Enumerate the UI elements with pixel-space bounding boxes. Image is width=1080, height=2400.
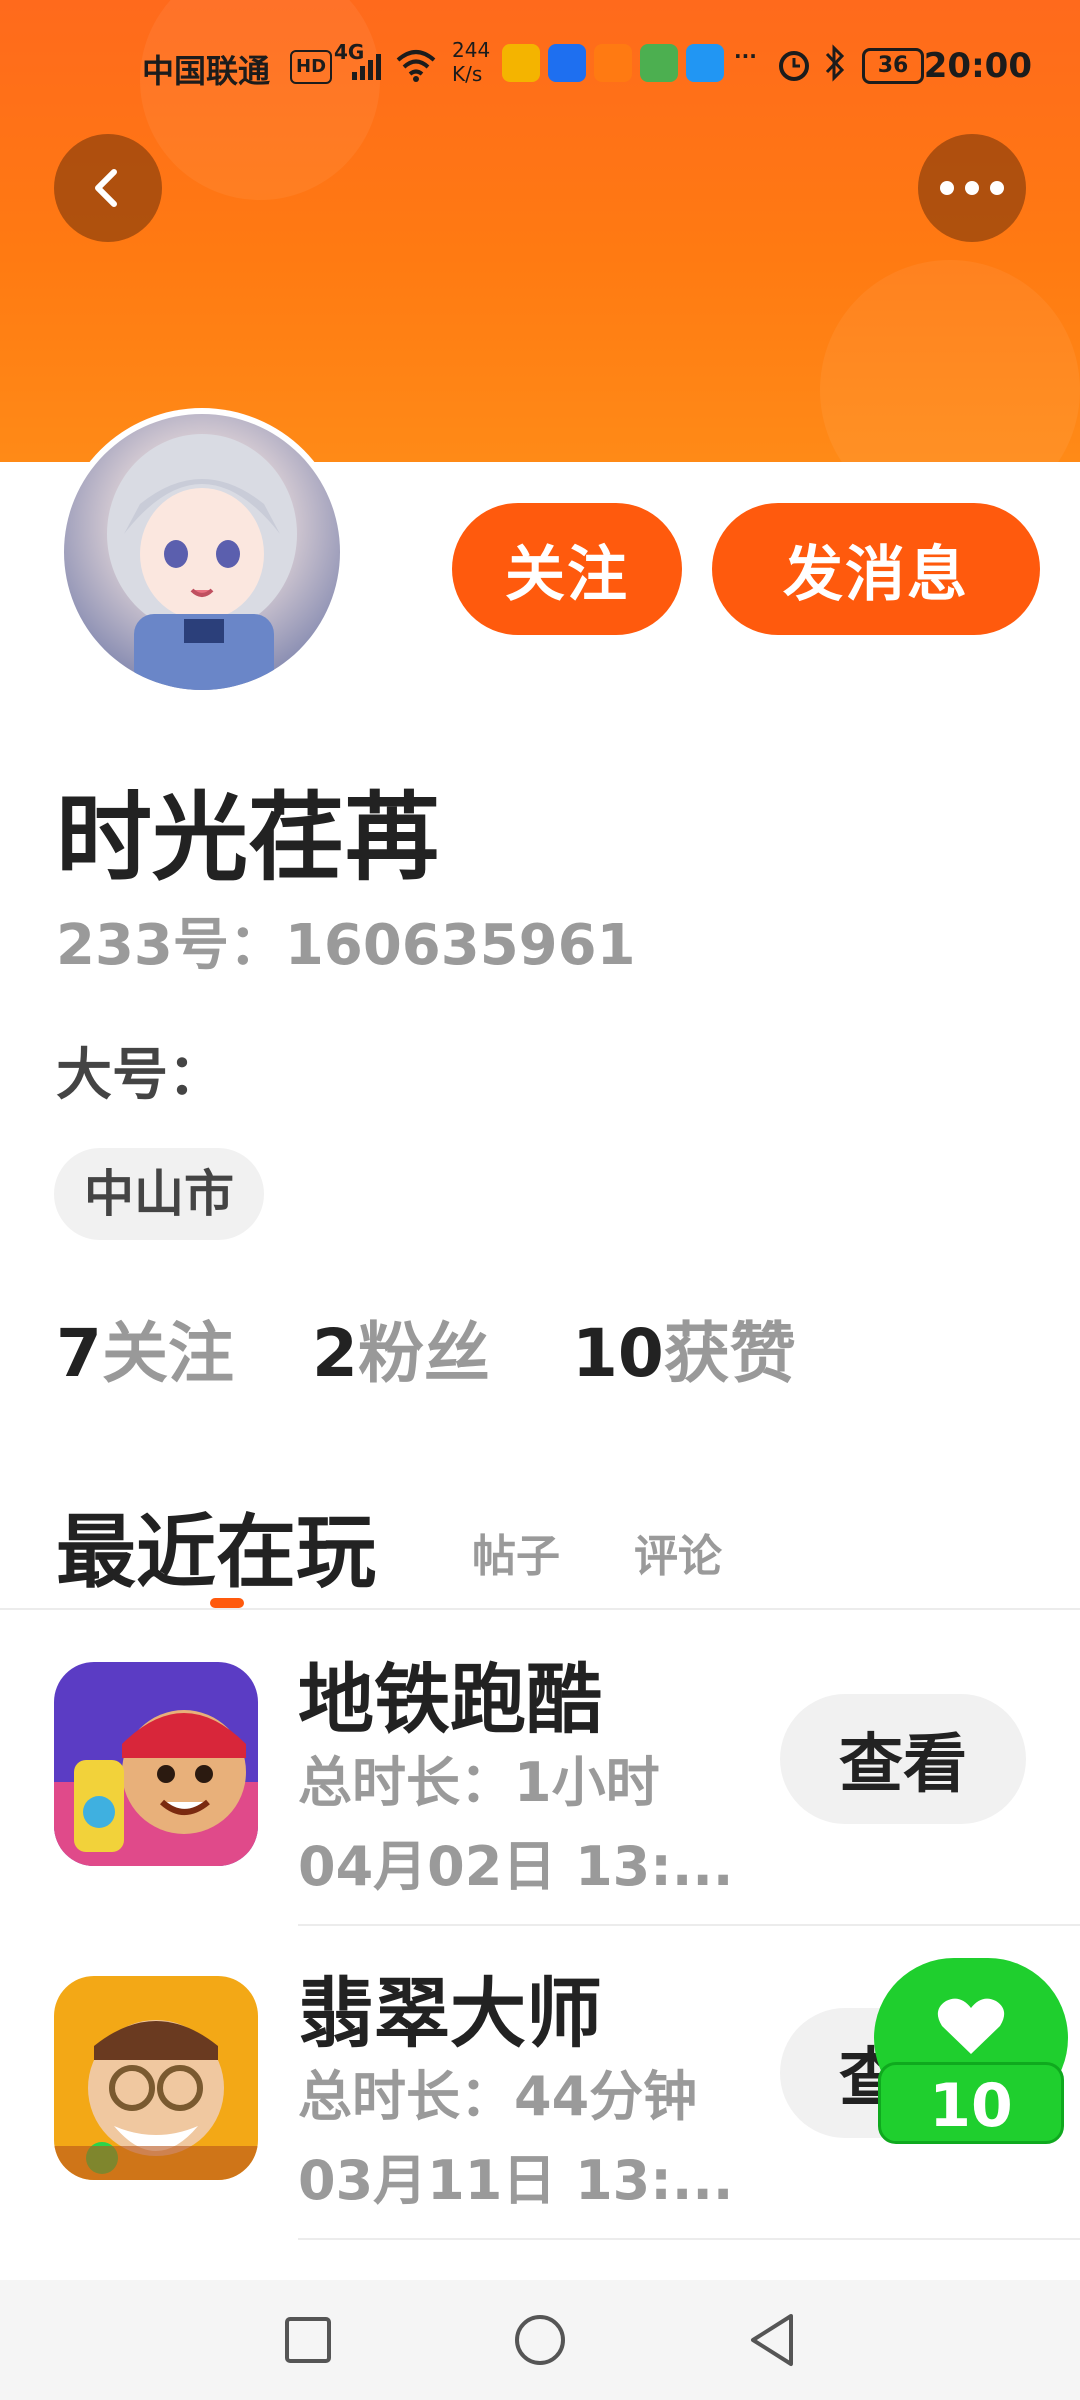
clock: 20:00 [923,46,1032,86]
followers-count: 2 [312,1315,358,1392]
account-id: 233号：160635961 [56,913,636,978]
game-title: 地铁跑酷 [298,1655,602,1744]
alt-account-label: 大号： [56,1043,224,1108]
square-icon [285,2317,331,2363]
active-tab-indicator [210,1598,244,1608]
avatar[interactable] [58,408,346,696]
likes-count: 10 [572,1315,664,1392]
send-message-button[interactable]: 发消息 [712,503,1040,635]
like-widget[interactable]: 10 [872,1958,1072,2144]
more-notifications-icon: ··· [734,44,757,68]
game-duration: 总时长：1小时 [298,1751,660,1814]
game-title: 翡翠大师 [298,1969,602,2058]
game-duration: 总时长：44分钟 [298,2065,698,2128]
back-button[interactable] [54,134,162,242]
recent-apps-button[interactable] [270,2302,346,2378]
following-count: 7 [56,1315,102,1392]
location-tag: 中山市 [54,1148,264,1240]
anime-avatar-illustration [107,434,297,690]
home-button[interactable] [502,2302,578,2378]
bluetooth-icon [825,44,845,82]
likes-label: 获赞 [663,1315,796,1392]
following-stat[interactable]: 7关注 [56,1300,234,1396]
banner-decoration [820,260,1080,462]
like-count: 10 [878,2062,1064,2144]
more-options-button[interactable] [918,134,1026,242]
app-notification-icon [502,44,540,82]
game-last-played: 03月11日 13:... [298,2149,734,2212]
net-speed-unit: K/s [452,62,483,86]
view-button[interactable]: 查看 [780,1694,1026,1824]
download-icon [594,44,632,82]
username: 时光荏苒 [56,782,440,894]
bulb-app-icon [548,44,586,82]
system-navigation-bar [0,2280,1080,2400]
game-last-played: 04月02日 13:... [298,1835,734,1898]
subway-surfers-icon [54,1662,258,1866]
carrier-name: 中国联通 [142,52,271,90]
chevron-left-icon [95,169,117,207]
divider [0,1608,1080,1610]
follow-button[interactable]: 关注 [452,503,682,635]
net-speed-value: 244 [452,38,491,62]
likes-stat[interactable]: 10获赞 [572,1300,796,1396]
more-dots-icon [940,181,1004,195]
signal-icon [352,54,381,80]
alarm-icon [779,51,809,81]
list-item[interactable]: 地铁跑酷 总时长：1小时 04月02日 13:... 查看 [0,1612,1080,1926]
video-app-icon [640,44,678,82]
followers-label: 粉丝 [357,1315,490,1392]
hd-badge: HD [290,50,333,84]
battery-icon: 36 [862,48,924,84]
following-label: 关注 [101,1315,234,1392]
weather-icon [686,44,724,82]
triangle-back-icon [751,2314,793,2366]
tab-recently-played[interactable]: 最近在玩 [56,1488,376,1604]
jade-master-icon [54,1976,258,2180]
followers-stat[interactable]: 2粉丝 [312,1300,490,1396]
system-back-button[interactable] [734,2302,810,2378]
tab-comments[interactable]: 评论 [634,1520,722,1584]
circle-icon [515,2315,565,2365]
status-bar: 中国联通 HD 4G 244 K/s ··· 36 20:00 [0,0,1080,130]
avatar-image [64,414,340,690]
divider [298,2238,1080,2240]
tab-posts[interactable]: 帖子 [472,1520,560,1584]
heart-icon [937,1998,1005,2054]
wifi-icon [396,50,436,82]
content-tabs: 最近在玩 帖子 评论 [0,1480,1080,1610]
